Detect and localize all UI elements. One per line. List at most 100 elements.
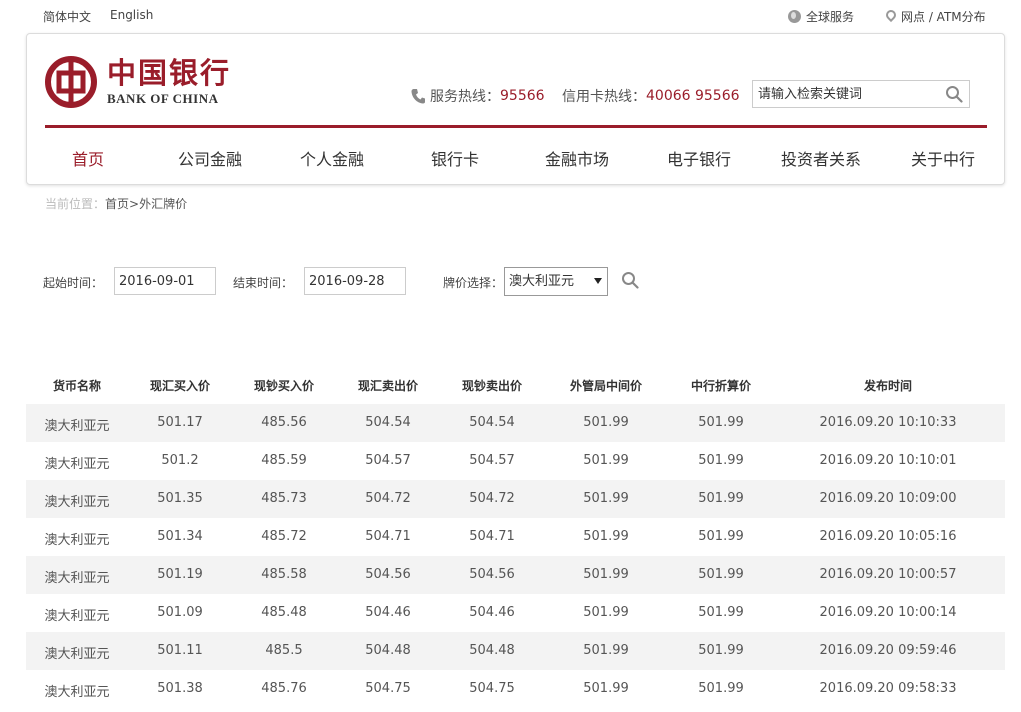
cell-cash-buying: 485.72 xyxy=(261,529,307,544)
cell-safe-middle-rate: 501.99 xyxy=(583,453,629,468)
header: 中国银行 BANK OF CHINA 服务热线： 95566 信用卡热线： 40… xyxy=(26,33,1005,185)
credit-card-hotline-label: 信用卡热线： xyxy=(562,89,646,105)
service-hotline: 服务热线： 95566 xyxy=(411,86,545,106)
cell-publish-time: 2016.09.20 10:05:16 xyxy=(819,529,957,544)
cell-cash-buying: 485.56 xyxy=(261,415,307,430)
currency-select-label: 牌价选择： xyxy=(443,276,504,290)
nav-item-financial-markets[interactable]: 金融市场 xyxy=(545,146,609,170)
cell-spot-buying: 501.2 xyxy=(161,453,199,468)
nav-item-corporate-banking[interactable]: 公司金融 xyxy=(178,146,242,170)
nav-item-e-banking[interactable]: 电子银行 xyxy=(667,146,731,170)
cell-cash-buying: 485.5 xyxy=(265,643,303,658)
end-date-input[interactable] xyxy=(304,267,406,295)
cell-currency-name: 澳大利亚元 xyxy=(44,647,110,662)
nav-item-about-boc[interactable]: 关于中行 xyxy=(911,146,975,170)
cell-spot-buying: 501.35 xyxy=(157,491,203,506)
lang-english-link[interactable]: English xyxy=(110,8,153,22)
cell-safe-middle-rate: 501.99 xyxy=(583,415,629,430)
cell-cash-selling: 504.57 xyxy=(469,453,515,468)
atm-locator-link[interactable]: 网点 / ATM分布 xyxy=(883,7,986,25)
cell-spot-buying: 501.17 xyxy=(157,415,203,430)
cell-spot-selling: 504.71 xyxy=(365,529,411,544)
cell-safe-middle-rate: 501.99 xyxy=(583,643,629,658)
cell-publish-time: 2016.09.20 09:58:33 xyxy=(819,681,957,696)
breadcrumb-path[interactable]: 首页>外汇牌价 xyxy=(105,197,187,211)
cell-spot-selling: 504.54 xyxy=(365,415,411,430)
global-service-link[interactable]: 全球服务 xyxy=(788,8,854,25)
currency-select[interactable]: 澳大利亚元 xyxy=(504,267,608,296)
rates-table-header: 货币名称 现汇买入价 现钞买入价 现汇卖出价 现钞卖出价 外管局中间价 中行折算… xyxy=(26,370,1005,400)
col-currency-name: 货币名称 xyxy=(52,379,102,393)
cell-boc-conversion-rate: 501.99 xyxy=(698,605,744,620)
cell-spot-buying: 501.34 xyxy=(157,529,203,544)
cell-safe-middle-rate: 501.99 xyxy=(583,529,629,544)
cell-safe-middle-rate: 501.99 xyxy=(583,605,629,620)
search-icon[interactable] xyxy=(945,85,963,103)
site-search-input[interactable] xyxy=(753,81,938,107)
cell-cash-buying: 485.59 xyxy=(261,453,307,468)
bank-logo[interactable]: 中国银行 BANK OF CHINA xyxy=(45,56,231,108)
col-boc-conversion-rate: 中行折算价 xyxy=(690,379,752,393)
col-cash-buying: 现钞买入价 xyxy=(253,379,315,393)
lang-simplified-chinese-link[interactable]: 简体中文 xyxy=(43,8,91,25)
cell-spot-buying: 501.38 xyxy=(157,681,203,696)
cell-publish-time: 2016.09.20 10:09:00 xyxy=(819,491,957,506)
filter-search-icon[interactable] xyxy=(621,271,639,289)
dropdown-arrow-icon xyxy=(594,278,602,284)
main-nav: 首页 公司金融 个人金融 银行卡 金融市场 电子银行 投资者关系 关于中行 xyxy=(45,146,987,170)
breadcrumb-prefix: 当前位置： xyxy=(45,197,106,211)
start-date-input[interactable] xyxy=(114,267,216,295)
table-row: 澳大利亚元 501.2 485.59 504.57 504.57 501.99 501.99… xyxy=(26,442,1005,480)
cell-safe-middle-rate: 501.99 xyxy=(583,567,629,582)
credit-card-hotline-number: 40066 95566 xyxy=(646,88,740,104)
col-cash-selling: 现钞卖出价 xyxy=(461,379,523,393)
cell-boc-conversion-rate: 501.99 xyxy=(698,415,744,430)
start-date-label: 起始时间： xyxy=(43,276,104,290)
logo-text: 中国银行 BANK OF CHINA xyxy=(107,57,231,107)
table-row: 澳大利亚元 501.35 485.73 504.72 504.72 501.99 501.9… xyxy=(26,480,1005,518)
cell-currency-name: 澳大利亚元 xyxy=(44,685,110,700)
cell-publish-time: 2016.09.20 10:00:14 xyxy=(819,605,957,620)
cell-currency-name: 澳大利亚元 xyxy=(44,457,110,472)
cell-spot-selling: 504.46 xyxy=(365,605,411,620)
service-hotline-label: 服务热线： xyxy=(430,89,500,105)
credit-card-hotline: 信用卡热线： 40066 95566 xyxy=(562,86,740,106)
cell-spot-selling: 504.56 xyxy=(365,567,411,582)
cell-cash-selling: 504.71 xyxy=(469,529,515,544)
cell-spot-selling: 504.48 xyxy=(365,643,411,658)
nav-item-personal-banking[interactable]: 个人金融 xyxy=(300,146,364,170)
col-spot-selling: 现汇卖出价 xyxy=(357,379,419,393)
cell-currency-name: 澳大利亚元 xyxy=(44,571,110,586)
cell-cash-selling: 504.56 xyxy=(469,567,515,582)
logo-english-name: BANK OF CHINA xyxy=(107,91,219,106)
cell-spot-selling: 504.75 xyxy=(365,681,411,696)
cell-cash-selling: 504.46 xyxy=(469,605,515,620)
nav-item-bank-card[interactable]: 银行卡 xyxy=(431,146,479,170)
nav-item-home[interactable]: 首页 xyxy=(72,146,104,170)
cell-cash-selling: 504.75 xyxy=(469,681,515,696)
cell-cash-selling: 504.72 xyxy=(469,491,515,506)
cell-cash-buying: 485.73 xyxy=(261,491,307,506)
globe-icon xyxy=(788,10,801,23)
table-row: 澳大利亚元 501.11 485.5 504.48 504.48 501.99 501.99… xyxy=(26,632,1005,670)
cell-currency-name: 澳大利亚元 xyxy=(44,419,110,434)
top-bar: 简体中文 English 全球服务 网点 / ATM分布 xyxy=(0,0,1021,32)
cell-cash-buying: 485.76 xyxy=(261,681,307,696)
cell-cash-buying: 485.58 xyxy=(261,567,307,582)
cell-cash-selling: 504.54 xyxy=(469,415,515,430)
cell-spot-buying: 501.11 xyxy=(157,643,203,658)
global-service-label: 全球服务 xyxy=(806,10,855,24)
cell-boc-conversion-rate: 501.99 xyxy=(698,491,744,506)
cell-currency-name: 澳大利亚元 xyxy=(44,533,110,548)
cell-safe-middle-rate: 501.99 xyxy=(583,491,629,506)
cell-boc-conversion-rate: 501.99 xyxy=(698,681,744,696)
cell-boc-conversion-rate: 501.99 xyxy=(698,453,744,468)
nav-item-investor-relations[interactable]: 投资者关系 xyxy=(781,146,861,170)
cell-cash-selling: 504.48 xyxy=(469,643,515,658)
cell-boc-conversion-rate: 501.99 xyxy=(698,529,744,544)
col-publish-time: 发布时间 xyxy=(863,379,913,393)
rates-table-body: 澳大利亚元 501.17 485.56 504.54 504.54 501.99 501.9… xyxy=(26,404,1005,708)
cell-spot-selling: 504.57 xyxy=(365,453,411,468)
cell-spot-selling: 504.72 xyxy=(365,491,411,506)
cell-publish-time: 2016.09.20 09:59:46 xyxy=(819,643,957,658)
